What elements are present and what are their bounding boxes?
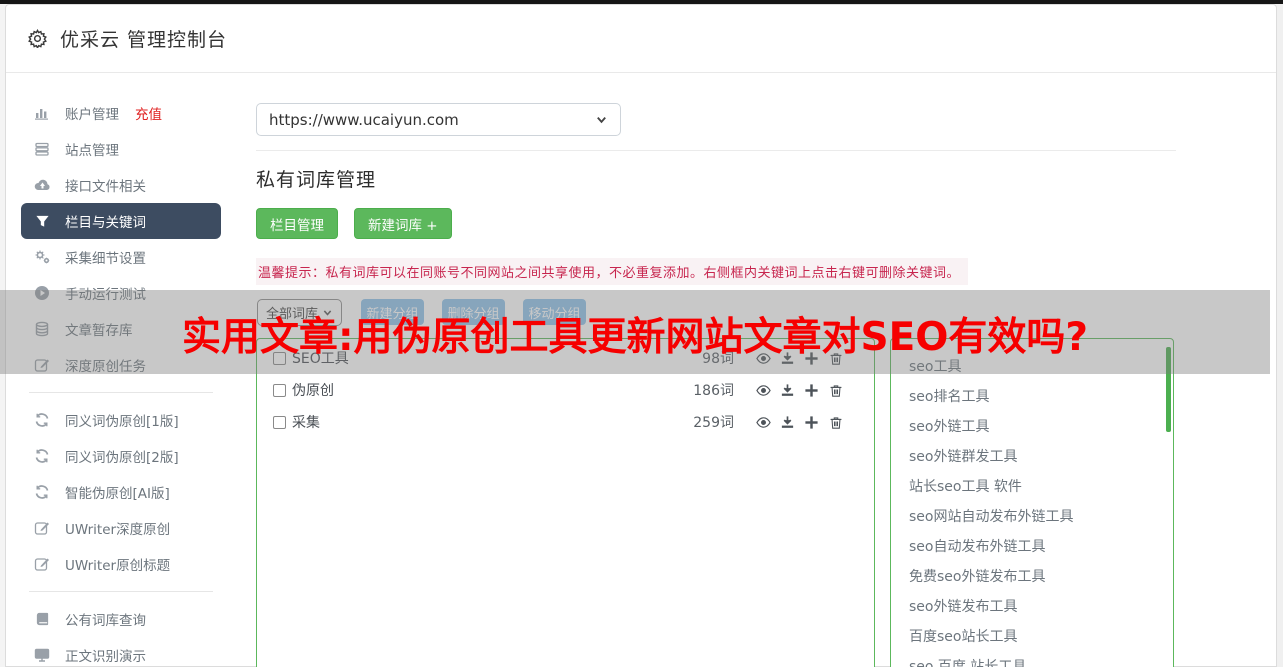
edit-icon [33, 556, 51, 572]
row-checkbox[interactable] [273, 415, 286, 429]
sidebar-item-label: 接口文件相关 [65, 179, 146, 195]
recharge-badge[interactable]: 充值 [135, 103, 162, 123]
app-title: 优采云 管理控制台 [60, 29, 228, 51]
lexicon-row: 伪原创 186词 [257, 374, 874, 406]
sidebar-item-collect-settings[interactable]: 采集细节设置 [21, 239, 221, 275]
page-title: 私有词库管理 [256, 169, 377, 191]
action-buttons: 栏目管理 新建词库 + [256, 208, 452, 239]
download-icon[interactable] [780, 383, 795, 398]
sidebar-item-synonym-v2[interactable]: 同义词伪原创[2版] [21, 438, 221, 474]
plus-icon[interactable] [804, 415, 819, 430]
eye-icon[interactable] [756, 383, 771, 398]
keyword-item[interactable]: seo自动发布外链工具 [891, 531, 1173, 561]
sidebar-item-sites[interactable]: 站点管理 [21, 131, 221, 167]
edit-icon [33, 520, 51, 536]
sidebar-item-content-recognition[interactable]: 正文识别演示 [21, 637, 221, 667]
chevron-down-icon [595, 113, 608, 126]
site-select[interactable]: https://www.ucaiyun.com [256, 103, 621, 136]
watermark-text: 实用文章:用伪原创工具更新网站文章对SEO有效吗? [181, 315, 1089, 360]
word-count: 259词 [693, 415, 734, 431]
gear-icon [28, 29, 47, 48]
sidebar-item-label: 站点管理 [65, 143, 119, 159]
plus-icon[interactable] [804, 383, 819, 398]
word-count: 186词 [693, 383, 734, 399]
trash-icon[interactable] [828, 383, 843, 398]
keyword-item[interactable]: seo外链工具 [891, 411, 1173, 441]
refresh-icon [33, 412, 51, 428]
sidebar-item-uwriter-title[interactable]: UWriter原创标题 [21, 546, 221, 582]
monitor-icon [33, 647, 51, 663]
trash-icon[interactable] [828, 415, 843, 430]
keyword-item[interactable]: seo外链发布工具 [891, 591, 1173, 621]
filter-icon [33, 213, 51, 229]
sidebar-item-synonym-v1[interactable]: 同义词伪原创[1版] [21, 402, 221, 438]
sidebar-item-columns-keywords[interactable]: 栏目与关键词 [21, 203, 221, 239]
sidebar-divider [29, 591, 213, 592]
lexicon-list-panel: SEO工具 98词 伪原创 186词 采集 259词 [256, 338, 875, 667]
server-icon [33, 141, 51, 157]
sidebar-item-label: 同义词伪原创[1版] [65, 414, 179, 430]
sidebar-item-ai-pseudo[interactable]: 智能伪原创[AI版] [21, 474, 221, 510]
gears-icon [33, 249, 51, 265]
sidebar-item-label: 正文识别演示 [65, 649, 146, 665]
lexicon-name: 伪原创 [292, 383, 334, 399]
keyword-item[interactable]: 免费seo外链发布工具 [891, 561, 1173, 591]
sidebar-item-account[interactable]: 账户管理 充值 [21, 95, 221, 131]
keyword-item[interactable]: seo 百度 站长工具 [891, 651, 1173, 667]
keyword-item[interactable]: 站长seo工具 软件 [891, 471, 1173, 501]
keyword-item[interactable]: seo排名工具 [891, 381, 1173, 411]
sidebar-item-label: UWriter原创标题 [65, 558, 171, 574]
sidebar-item-uwriter-deep[interactable]: UWriter深度原创 [21, 510, 221, 546]
refresh-icon [33, 484, 51, 500]
keyword-item[interactable]: seo外链群发工具 [891, 441, 1173, 471]
sidebar-item-label: 智能伪原创[AI版] [65, 486, 170, 502]
refresh-icon [33, 448, 51, 464]
sidebar-item-label: 栏目与关键词 [65, 215, 146, 231]
sidebar-item-label: 账户管理 [65, 107, 119, 123]
page: 优采云 管理控制台 账户管理 充值 站点管理 接口文件相关 栏目与关键词 采集细… [0, 0, 1283, 667]
sidebar-divider [29, 392, 213, 393]
sidebar-item-interface-files[interactable]: 接口文件相关 [21, 167, 221, 203]
sidebar-nav: 账户管理 充值 站点管理 接口文件相关 栏目与关键词 采集细节设置 手动运行测试… [21, 95, 221, 667]
section-divider [256, 150, 1176, 151]
lexicon-row: 采集 259词 [257, 406, 874, 438]
download-icon[interactable] [780, 415, 795, 430]
keyword-item[interactable]: 百度seo站长工具 [891, 621, 1173, 651]
book-icon [33, 611, 51, 627]
site-select-value: https://www.ucaiyun.com [269, 110, 459, 129]
sidebar-item-public-lexicon[interactable]: 公有词库查询 [21, 601, 221, 637]
app-header: 优采云 管理控制台 [6, 5, 1276, 73]
row-checkbox[interactable] [273, 383, 286, 397]
cloud-upload-icon [33, 177, 51, 193]
sidebar-item-label: 采集细节设置 [65, 251, 146, 267]
sidebar-item-label: 公有词库查询 [65, 613, 146, 629]
new-lexicon-button[interactable]: 新建词库 + [354, 208, 452, 239]
keyword-item[interactable]: seo网站自动发布外链工具 [891, 501, 1173, 531]
bar-chart-icon [33, 105, 51, 121]
column-manage-button[interactable]: 栏目管理 [256, 208, 338, 239]
eye-icon[interactable] [756, 415, 771, 430]
tip-text: 温馨提示：私有词库可以在同账号不同网站之间共享使用，不必重复添加。右侧框内关键词… [256, 258, 969, 285]
sidebar-item-label: 同义词伪原创[2版] [65, 450, 179, 466]
keywords-panel: seo工具 seo排名工具 seo外链工具 seo外链群发工具 站长seo工具 … [890, 338, 1174, 667]
watermark-band: 实用文章:用伪原创工具更新网站文章对SEO有效吗? [0, 290, 1270, 374]
lexicon-name: 采集 [292, 415, 320, 431]
sidebar-item-label: UWriter深度原创 [65, 522, 171, 538]
